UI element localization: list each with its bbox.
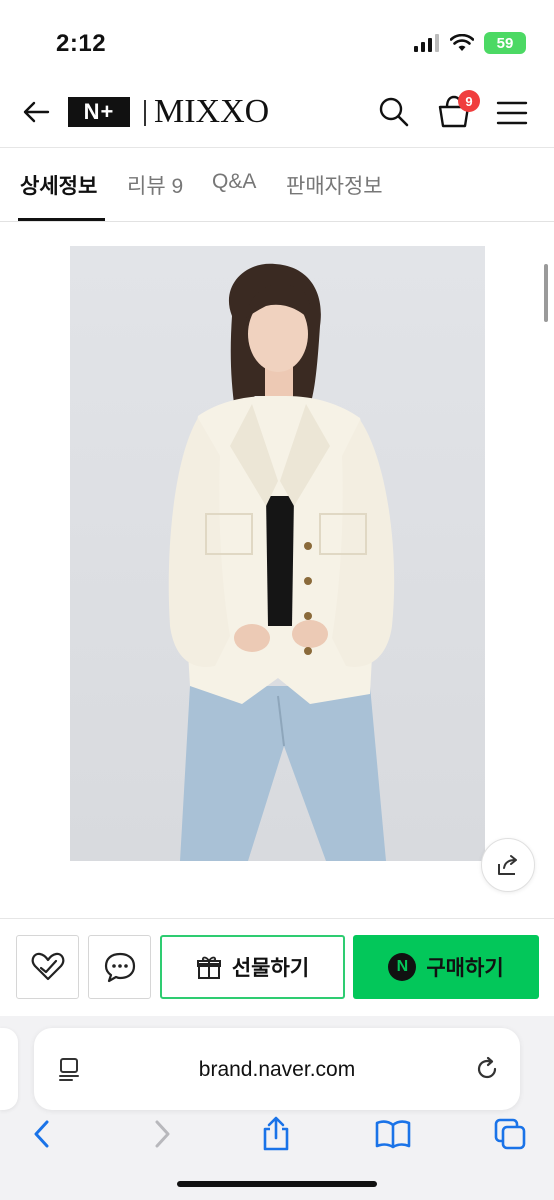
product-tabs: 상세정보 리뷰 9 Q&A 판매자정보 bbox=[0, 148, 554, 222]
search-icon bbox=[379, 97, 409, 127]
chat-button[interactable] bbox=[88, 935, 151, 999]
wishlist-button[interactable] bbox=[16, 935, 79, 999]
cart-count-badge: 9 bbox=[458, 90, 480, 112]
buy-button-label: 구매하기 bbox=[426, 957, 504, 980]
browser-back-button[interactable] bbox=[20, 1112, 64, 1156]
tabs-button[interactable] bbox=[488, 1112, 532, 1156]
chat-bubble-icon bbox=[104, 952, 135, 983]
share-icon bbox=[498, 855, 517, 875]
status-bar: 2:12 59 bbox=[0, 0, 554, 80]
tab-seller-info[interactable]: 판매자정보 bbox=[286, 170, 383, 200]
tabs-icon bbox=[494, 1118, 526, 1150]
model-photo bbox=[70, 246, 485, 861]
tab-reviews[interactable]: 리뷰 9 bbox=[127, 170, 183, 200]
top-nav: N+ MIXXO 9 bbox=[0, 80, 554, 148]
search-button[interactable] bbox=[376, 94, 412, 130]
address-bar[interactable]: brand.naver.com bbox=[34, 1028, 520, 1110]
home-indicator[interactable] bbox=[177, 1181, 377, 1187]
brand-name[interactable]: MIXXO bbox=[154, 93, 269, 131]
signal-icon bbox=[414, 34, 439, 52]
share-button[interactable] bbox=[481, 838, 535, 892]
browser-forward-button[interactable] bbox=[140, 1112, 184, 1156]
previous-tab-edge[interactable] bbox=[0, 1028, 18, 1110]
tab-details[interactable]: 상세정보 bbox=[20, 170, 97, 200]
product-image[interactable] bbox=[70, 246, 485, 861]
arrow-left-icon bbox=[23, 101, 50, 123]
nplus-logo[interactable]: N+ bbox=[68, 97, 130, 127]
logo-divider bbox=[144, 100, 146, 126]
buy-button[interactable]: N 구매하기 bbox=[353, 935, 539, 999]
purchase-action-bar: 선물하기 N 구매하기 bbox=[0, 918, 554, 1016]
naver-pay-icon: N bbox=[388, 953, 417, 981]
scroll-indicator[interactable] bbox=[544, 264, 548, 322]
url-text[interactable]: brand.naver.com bbox=[34, 1058, 520, 1082]
tab-qna[interactable]: Q&A bbox=[212, 170, 256, 194]
back-button[interactable] bbox=[18, 94, 54, 130]
battery-indicator: 59 bbox=[484, 32, 526, 54]
book-icon bbox=[375, 1120, 411, 1149]
heart-check-icon bbox=[31, 952, 64, 981]
wifi-icon bbox=[450, 34, 474, 51]
hamburger-menu-icon bbox=[496, 101, 528, 125]
share-up-icon bbox=[263, 1116, 289, 1151]
battery-level: 59 bbox=[496, 34, 514, 52]
chevron-left-icon bbox=[34, 1120, 49, 1148]
gift-button[interactable]: 선물하기 bbox=[160, 935, 345, 999]
browser-chrome: brand.naver.com bbox=[0, 1016, 554, 1200]
gift-icon bbox=[196, 956, 221, 979]
status-icons: 59 bbox=[414, 32, 526, 54]
bookmarks-button[interactable] bbox=[371, 1112, 415, 1156]
chevron-right-icon bbox=[155, 1120, 170, 1148]
reload-icon[interactable] bbox=[474, 1056, 500, 1082]
browser-share-button[interactable] bbox=[254, 1112, 298, 1156]
status-time: 2:12 bbox=[56, 30, 107, 57]
gift-button-label: 선물하기 bbox=[231, 957, 310, 980]
active-tab-underline bbox=[18, 218, 105, 221]
menu-button[interactable] bbox=[494, 95, 530, 131]
